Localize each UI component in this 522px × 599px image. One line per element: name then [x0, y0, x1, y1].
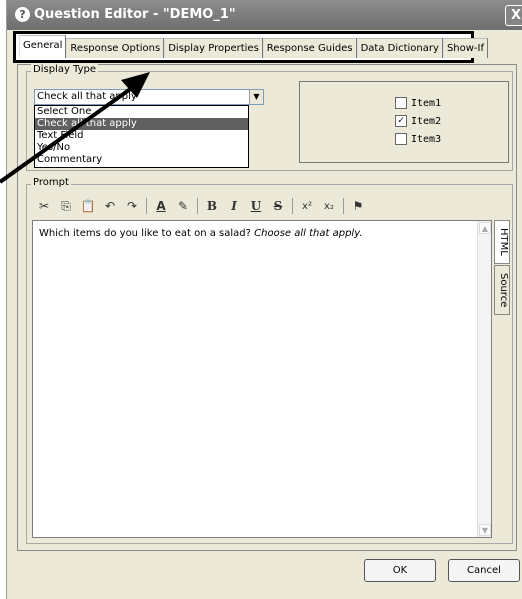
highlight-icon[interactable]: ✎ — [175, 199, 191, 213]
tab-response-options[interactable]: Response Options — [66, 38, 165, 58]
preview-item-label: Item2 — [411, 115, 442, 127]
prompt-question: Which items do you like to eat on a sala… — [39, 228, 251, 239]
display-type-group: Display Type Check all that apply ▼ Sele… — [26, 64, 513, 171]
preview-item-2[interactable]: ✓ Item2 — [395, 115, 441, 127]
display-type-legend: Display Type — [31, 64, 99, 75]
tab-response-guides[interactable]: Response Guides — [262, 38, 357, 58]
display-type-dropdown: Select One Check all that apply Text Fie… — [34, 105, 249, 168]
prompt-group: Prompt ✂ ⎘ 📋 ↶ ↷ A ✎ B I U S x² x₂ ⚑ Whi… — [26, 177, 513, 544]
tab-show-if[interactable]: Show-If — [442, 38, 488, 58]
tab-source[interactable]: Source — [494, 265, 510, 315]
subscript-icon[interactable]: x₂ — [321, 201, 337, 212]
superscript-icon[interactable]: x² — [299, 201, 315, 212]
preview-item-label: Item3 — [411, 133, 442, 145]
cut-icon[interactable]: ✂ — [36, 199, 52, 213]
scroll-down-icon[interactable]: ▼ — [479, 524, 491, 536]
dropdown-option-text-field[interactable]: Text Field — [35, 130, 248, 142]
italic-icon[interactable]: I — [226, 199, 242, 213]
toolbar-separator — [343, 198, 344, 214]
scroll-up-icon[interactable]: ▲ — [479, 222, 491, 234]
prompt-editor[interactable]: Which items do you like to eat on a sala… — [32, 220, 492, 538]
checkbox-unchecked-icon — [395, 97, 407, 109]
font-color-icon[interactable]: A — [153, 199, 169, 213]
prompt-instruction: Choose all that apply. — [254, 228, 363, 239]
dropdown-option-commentary[interactable]: Commentary — [35, 154, 248, 166]
dropdown-option-yes-no[interactable]: Yes/No — [35, 142, 248, 154]
underline-icon[interactable]: U — [248, 199, 264, 213]
chevron-down-icon[interactable]: ▼ — [249, 90, 263, 104]
close-button[interactable]: X — [505, 5, 522, 26]
window-title: Question Editor - "DEMO_1" — [34, 7, 236, 22]
toolbar-separator — [197, 198, 198, 214]
display-type-select[interactable]: Check all that apply ▼ — [34, 89, 264, 105]
help-icon: ? — [15, 7, 30, 22]
tab-general[interactable]: General — [19, 35, 67, 58]
strikethrough-icon[interactable]: S — [270, 199, 286, 213]
preview-item-1[interactable]: Item1 — [395, 97, 441, 109]
cancel-button[interactable]: Cancel — [448, 559, 520, 582]
editor-toolbar: ✂ ⎘ 📋 ↶ ↷ A ✎ B I U S x² x₂ ⚑ — [32, 194, 498, 218]
toolbar-separator — [292, 198, 293, 214]
general-panel: Display Type Check all that apply ▼ Sele… — [17, 64, 517, 551]
undo-icon[interactable]: ↶ — [102, 199, 118, 213]
tab-strip: General Response Options Display Propert… — [13, 31, 488, 63]
prompt-legend: Prompt — [31, 177, 71, 188]
preview-item-label: Item1 — [411, 97, 442, 109]
tab-html[interactable]: HTML — [494, 220, 510, 264]
display-type-value: Check all that apply — [37, 91, 137, 102]
display-preview: Item1 ✓ Item2 Item3 — [299, 81, 509, 163]
format-painter-icon[interactable]: ⚑ — [350, 199, 366, 213]
tab-data-dictionary[interactable]: Data Dictionary — [356, 38, 443, 58]
toolbar-separator — [146, 198, 147, 214]
tab-display-properties[interactable]: Display Properties — [164, 38, 263, 58]
title-bar[interactable]: ? Question Editor - "DEMO_1" X — [7, 0, 522, 30]
checkbox-unchecked-icon — [395, 133, 407, 145]
preview-item-3[interactable]: Item3 — [395, 133, 441, 145]
paste-icon[interactable]: 📋 — [80, 199, 96, 213]
ok-button[interactable]: OK — [364, 559, 436, 582]
prompt-text: Which items do you like to eat on a sala… — [39, 228, 363, 239]
checkbox-checked-icon: ✓ — [395, 115, 407, 127]
dropdown-option-check-all[interactable]: Check all that apply — [35, 118, 248, 130]
question-editor-window: ? Question Editor - "DEMO_1" X General R… — [6, 0, 522, 599]
bold-icon[interactable]: B — [204, 199, 220, 213]
dropdown-option-select-one[interactable]: Select One — [35, 106, 248, 118]
copy-icon[interactable]: ⎘ — [58, 199, 74, 214]
redo-icon[interactable]: ↷ — [124, 199, 140, 213]
editor-scrollbar[interactable]: ▲ ▼ — [477, 221, 491, 537]
